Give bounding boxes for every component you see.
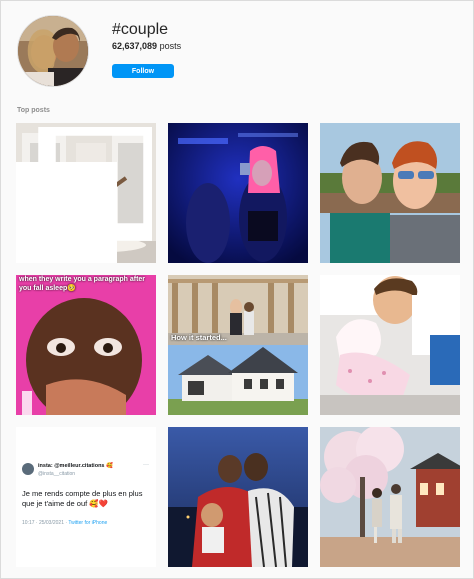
- before-after-caption: How it started...: [171, 333, 227, 342]
- post-tile-1[interactable]: [16, 123, 156, 263]
- tweet-avatar: [22, 463, 34, 475]
- avatar-image: [18, 16, 88, 86]
- follow-button[interactable]: Follow: [112, 64, 174, 78]
- post-image-newborn: [320, 275, 460, 415]
- meme-caption: when they write you a paragraph after yo…: [19, 276, 146, 292]
- top-posts-heading: Top posts: [17, 107, 50, 114]
- tweet-source: Twitter for iPhone: [68, 520, 108, 526]
- post-tile-8[interactable]: [168, 427, 308, 567]
- post-tile-4[interactable]: when they write you a paragraph after yo…: [16, 275, 156, 415]
- post-count: 62,637,089 posts: [112, 41, 181, 51]
- post-tile-3[interactable]: [320, 123, 460, 263]
- post-image-house: [168, 275, 308, 415]
- tweet-text: Je me rends compte de plus en plus que j…: [22, 489, 143, 508]
- post-image-family: [168, 427, 308, 567]
- carousel-icon: [16, 127, 152, 263]
- post-image-selfie: [320, 123, 460, 263]
- tweet-author-name: insta: @meilleur.citations 🥰: [38, 463, 113, 469]
- post-tile-5[interactable]: How it started...: [168, 275, 308, 415]
- tweet-card: insta: @meilleur.citations 🥰 @insta__cit…: [16, 427, 156, 567]
- post-count-value: 62,637,089: [112, 41, 158, 51]
- post-image-cherry-blossom: [320, 427, 460, 567]
- post-tile-6[interactable]: [320, 275, 460, 415]
- hashtag-avatar: [17, 15, 89, 87]
- post-tile-7[interactable]: insta: @meilleur.citations 🥰 @insta__cit…: [16, 427, 156, 567]
- post-tile-9[interactable]: [320, 427, 460, 567]
- post-tile-2[interactable]: [168, 123, 308, 263]
- tweet-meta: 10:17 · 25/03/2021 · Twitter for iPhone: [22, 520, 107, 526]
- more-icon: ···: [143, 462, 149, 468]
- tweet-time: 10:17 · 25/03/2021 ·: [22, 520, 69, 526]
- hashtag-page: #couple 62,637,089 posts Follow Top post…: [0, 0, 474, 579]
- hashtag-title: #couple: [112, 21, 169, 38]
- tweet-author-handle: @insta__citation: [38, 471, 76, 477]
- top-posts-grid: when they write you a paragraph after yo…: [16, 123, 460, 567]
- post-image-party: [168, 123, 308, 263]
- post-image-meme: [16, 275, 156, 415]
- post-count-label: posts: [159, 41, 182, 51]
